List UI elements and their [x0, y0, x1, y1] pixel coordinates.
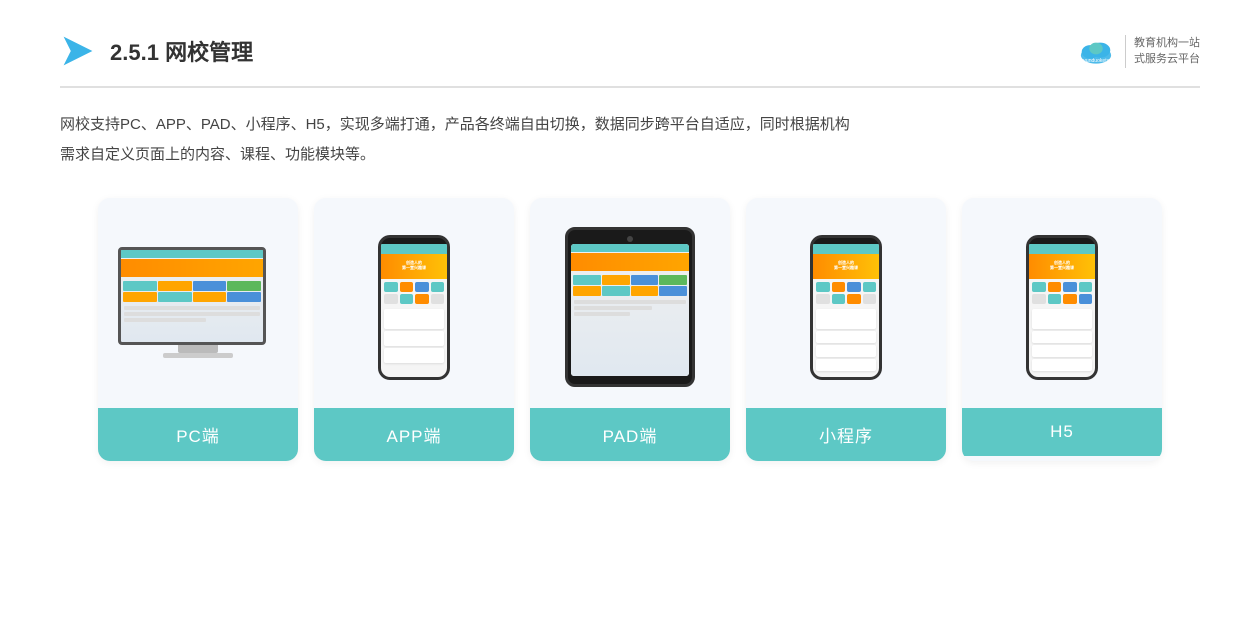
app-screen: 创造人的第一堂兴趣课: [381, 244, 447, 377]
description-block: 网校支持PC、APP、PAD、小程序、H5，实现多端打通，产品各终端自由切换，数…: [60, 110, 1200, 170]
miniprogram-screen: 创造人的第一堂兴趣课: [813, 244, 879, 377]
logo-arrow-icon: [60, 33, 96, 69]
cards-row: PC端 创造人的第一堂兴趣课: [60, 198, 1200, 461]
brand-logo: yunduoketang 教育机构一站 式服务云平台: [1075, 30, 1200, 72]
card-miniprogram-label: 小程序: [746, 408, 946, 461]
page-container: 2.5.1 网校管理 yunduoketang 教育机构一站 式服务云平台: [0, 0, 1260, 630]
pc-screen: [118, 247, 266, 345]
card-h5: 创造人的第一堂兴趣课: [962, 198, 1162, 461]
card-pc: PC端: [98, 198, 298, 461]
description-line1: 网校支持PC、APP、PAD、小程序、H5，实现多端打通，产品各终端自由切换，数…: [60, 110, 1200, 140]
header-left: 2.5.1 网校管理: [60, 33, 253, 69]
brand-icon: yunduoketang: [1075, 30, 1117, 72]
brand-text: 教育机构一站 式服务云平台: [1125, 35, 1200, 68]
card-pad-label: PAD端: [530, 408, 730, 461]
pad-mockup: [565, 227, 695, 387]
card-app-image: 创造人的第一堂兴趣课: [314, 198, 514, 408]
pad-screen: [571, 244, 689, 376]
phone-notch-3: [1050, 238, 1074, 244]
description-line2: 需求自定义页面上的内容、课程、功能模块等。: [60, 140, 1200, 170]
card-h5-image: 创造人的第一堂兴趣课: [962, 198, 1162, 408]
card-pc-image: [98, 198, 298, 408]
header: 2.5.1 网校管理 yunduoketang 教育机构一站 式服务云平台: [60, 30, 1200, 88]
h5-screen: 创造人的第一堂兴趣课: [1029, 244, 1095, 377]
header-right: yunduoketang 教育机构一站 式服务云平台: [1075, 30, 1200, 72]
pad-camera: [627, 236, 633, 242]
pc-mockup: [118, 247, 278, 367]
card-pc-label: PC端: [98, 408, 298, 461]
page-title: 2.5.1 网校管理: [110, 35, 253, 67]
h5-phone-mockup: 创造人的第一堂兴趣课: [1026, 235, 1098, 380]
phone-notch: [402, 238, 426, 244]
card-miniprogram-image: 创造人的第一堂兴趣课: [746, 198, 946, 408]
svg-text:yunduoketang: yunduoketang: [1083, 58, 1115, 64]
phone-notch-2: [834, 238, 858, 244]
card-h5-label: H5: [962, 408, 1162, 456]
card-app: 创造人的第一堂兴趣课: [314, 198, 514, 461]
card-miniprogram: 创造人的第一堂兴趣课: [746, 198, 946, 461]
card-pad: PAD端: [530, 198, 730, 461]
card-app-label: APP端: [314, 408, 514, 461]
app-phone-mockup: 创造人的第一堂兴趣课: [378, 235, 450, 380]
miniprogram-phone-mockup: 创造人的第一堂兴趣课: [810, 235, 882, 380]
card-pad-image: [530, 198, 730, 408]
